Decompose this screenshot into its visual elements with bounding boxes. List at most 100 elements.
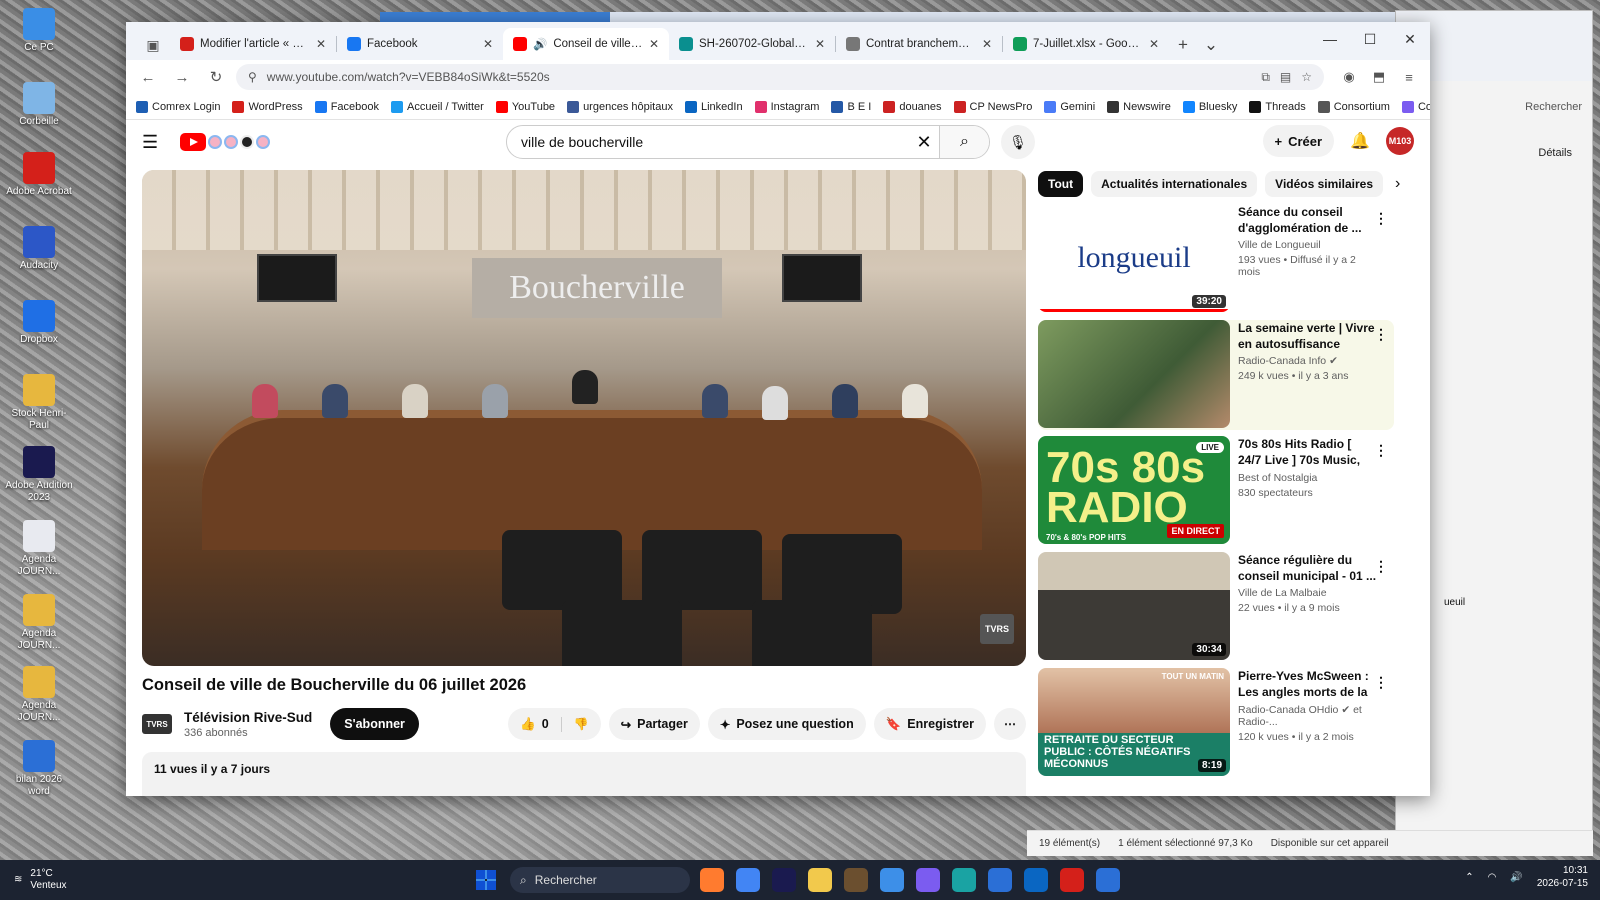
desktop-icon[interactable]: Adobe Audition 2023 xyxy=(4,446,74,503)
desktop-icon[interactable]: Agenda JOURN... xyxy=(4,666,74,723)
taskbar-app-icon[interactable] xyxy=(988,868,1012,892)
create-button[interactable]: + Créer xyxy=(1262,125,1335,157)
related-video-channel[interactable]: Ville de Longueuil xyxy=(1238,239,1378,251)
related-video-channel[interactable]: Best of Nostalgia xyxy=(1238,472,1378,484)
extensions-icon[interactable]: ⬒ xyxy=(1366,64,1392,90)
explorer-search-input[interactable]: Rechercher xyxy=(1525,101,1582,113)
related-video-title[interactable]: Séance régulière du conseil municipal - … xyxy=(1238,552,1378,584)
bookmark-item[interactable]: Newswire xyxy=(1107,100,1171,113)
address-bar[interactable]: ⚲ www.youtube.com/watch?v=VEBB84oSiWk&t=… xyxy=(236,64,1324,90)
site-info-icon[interactable]: ⚲ xyxy=(248,70,257,84)
desktop-icon[interactable]: Stock Henri-Paul xyxy=(4,374,74,431)
browser-tab[interactable]: Modifier l'article « Boucherv ✕ xyxy=(170,28,336,60)
taskbar-app-icon[interactable] xyxy=(880,868,904,892)
bookmark-item[interactable]: Threads xyxy=(1249,100,1306,113)
related-video-title[interactable]: La semaine verte | Vivre en autosuffisan… xyxy=(1238,320,1378,352)
desktop-icon[interactable]: Dropbox xyxy=(4,300,74,346)
video-thumbnail[interactable]: longueuil 39:20 xyxy=(1038,204,1230,312)
tab-close-icon[interactable]: ✕ xyxy=(649,37,659,51)
reader-view-icon[interactable]: ▤ xyxy=(1280,70,1291,84)
clear-search-icon[interactable]: ✕ xyxy=(909,132,939,153)
install-app-icon[interactable]: ⧉ xyxy=(1261,70,1270,85)
bookmark-item[interactable]: Instagram xyxy=(754,100,819,113)
taskbar-app-icon[interactable] xyxy=(808,868,832,892)
explorer-details-button[interactable]: Détails xyxy=(1538,147,1572,159)
bookmark-item[interactable]: Gemini xyxy=(1044,100,1095,113)
bookmark-item[interactable]: Consortium xyxy=(1317,100,1390,113)
related-video-item[interactable]: La semaine verte | Vivre en autosuffisan… xyxy=(1038,320,1394,430)
related-video-item[interactable]: 30:34 Séance régulière du conseil munici… xyxy=(1038,552,1394,662)
video-thumbnail[interactable]: 70s 80s RADIO 70's & 80's POP HITS LIVE … xyxy=(1038,436,1230,544)
chevron-down-icon[interactable]: ⌄ xyxy=(1197,30,1225,60)
description-box[interactable]: 11 vues il y a 7 jours xyxy=(142,752,1026,796)
related-video-channel[interactable]: Radio-Canada OHdio ✔ et Radio-... xyxy=(1238,704,1378,728)
tab-close-icon[interactable]: ✕ xyxy=(815,37,825,51)
browser-tab[interactable]: Contrat branchement Marie ✕ xyxy=(836,28,1002,60)
minimize-icon[interactable]: — xyxy=(1310,22,1350,56)
chip-similar-videos[interactable]: Vidéos similaires xyxy=(1265,171,1383,197)
related-video-title[interactable]: 70s 80s Hits Radio [ 24/7 Live ] 70s Mus… xyxy=(1238,436,1378,469)
microphone-icon[interactable]: 🎙 xyxy=(1001,125,1035,159)
browser-tab[interactable]: 🔊 Conseil de ville de Bouc ✕ xyxy=(503,28,669,60)
browser-tab[interactable]: SH-260702-Global_MAJ1 ✕ xyxy=(669,28,835,60)
share-button[interactable]: ↪ Partager xyxy=(608,708,700,740)
tab-close-icon[interactable]: ✕ xyxy=(483,37,493,51)
chevron-right-icon[interactable]: › xyxy=(1395,175,1400,193)
chip-world-news[interactable]: Actualités internationales xyxy=(1091,171,1258,197)
taskbar-app-icon[interactable] xyxy=(844,868,868,892)
taskbar-app-icon[interactable] xyxy=(1060,868,1084,892)
bookmark-item[interactable]: Facebook xyxy=(314,100,379,113)
kebab-menu-icon[interactable]: ⋮ xyxy=(1374,558,1388,575)
clock[interactable]: 10:31 2026-07-15 xyxy=(1537,864,1588,890)
kebab-menu-icon[interactable]: ⋮ xyxy=(1374,210,1388,227)
save-button[interactable]: 🔖 Enregistrer xyxy=(873,708,986,740)
windows-start-icon[interactable] xyxy=(476,870,496,890)
chip-all[interactable]: Tout xyxy=(1038,171,1084,197)
browser-tab[interactable]: Facebook ✕ xyxy=(337,28,503,60)
desktop-icon[interactable]: Agenda JOURN... xyxy=(4,594,74,651)
kebab-menu-icon[interactable]: ⋮ xyxy=(1374,326,1388,343)
taskbar-app-icon[interactable] xyxy=(700,868,724,892)
bookmark-item[interactable]: urgences hôpitaux xyxy=(567,100,673,113)
reload-icon[interactable]: ↻ xyxy=(202,63,230,91)
more-actions-icon[interactable]: ⋯ xyxy=(994,708,1026,740)
video-thumbnail[interactable]: 30:34 xyxy=(1038,552,1230,660)
bookmark-item[interactable]: douanes xyxy=(883,100,942,113)
dislike-button[interactable]: 👎 xyxy=(562,717,601,731)
like-button[interactable]: 👍 0 xyxy=(508,716,562,732)
back-arrow-icon[interactable]: ← xyxy=(134,63,162,91)
taskbar-search[interactable]: ⌕ Rechercher xyxy=(510,867,690,893)
kebab-menu-icon[interactable]: ⋮ xyxy=(1374,442,1388,459)
bookmark-item[interactable]: YouTube xyxy=(495,100,555,113)
desktop-icon[interactable]: bilan 2026 word xyxy=(4,740,74,797)
taskbar-app-icon[interactable] xyxy=(1024,868,1048,892)
kebab-menu-icon[interactable]: ⋮ xyxy=(1374,674,1388,691)
related-video-item[interactable]: 70s 80s RADIO 70's & 80's POP HITS LIVE … xyxy=(1038,436,1394,546)
channel-logo[interactable]: TVRS xyxy=(142,714,172,734)
weather-widget[interactable]: ≋ 21°C Venteux xyxy=(14,868,67,892)
explorer-file-item[interactable]: ueuil xyxy=(1444,597,1465,608)
desktop-icon[interactable]: Ce PC xyxy=(4,8,74,54)
related-video-item[interactable]: longueuil 39:20 Séance du conseil d'aggl… xyxy=(1038,204,1394,314)
youtube-logo[interactable] xyxy=(180,133,270,151)
desktop-icon[interactable]: Audacity xyxy=(4,226,74,272)
search-input[interactable] xyxy=(507,134,909,150)
chevron-up-icon[interactable]: ⌃ xyxy=(1465,872,1473,883)
menu-icon[interactable]: ≡ xyxy=(1396,64,1422,90)
taskbar-app-icon[interactable] xyxy=(952,868,976,892)
taskbar-app-icon[interactable] xyxy=(736,868,760,892)
bookmark-item[interactable]: B E I xyxy=(831,100,871,113)
bookmark-item[interactable]: LinkedIn xyxy=(684,100,743,113)
maximize-icon[interactable]: ☐ xyxy=(1350,22,1390,56)
taskbar-app-icon[interactable] xyxy=(772,868,796,892)
related-video-title[interactable]: Pierre-Yves McSween : Les angles morts d… xyxy=(1238,668,1378,701)
bookmark-item[interactable]: WordPress xyxy=(232,100,303,113)
avatar[interactable]: M103 xyxy=(1386,127,1414,155)
bookmark-item[interactable]: Bluesky xyxy=(1182,100,1237,113)
subscribe-button[interactable]: S'abonner xyxy=(330,708,419,740)
tab-groups-icon[interactable]: ▣ xyxy=(136,30,170,60)
browser-tab[interactable]: 7-Juillet.xlsx - Google Sheets ✕ xyxy=(1003,28,1169,60)
related-video-item[interactable]: TOUT UN MATIN RETRAITE DU SECTEUR PUBLIC… xyxy=(1038,668,1394,778)
ask-question-button[interactable]: ✦ Posez une question xyxy=(707,708,866,740)
tab-close-icon[interactable]: ✕ xyxy=(982,37,992,51)
